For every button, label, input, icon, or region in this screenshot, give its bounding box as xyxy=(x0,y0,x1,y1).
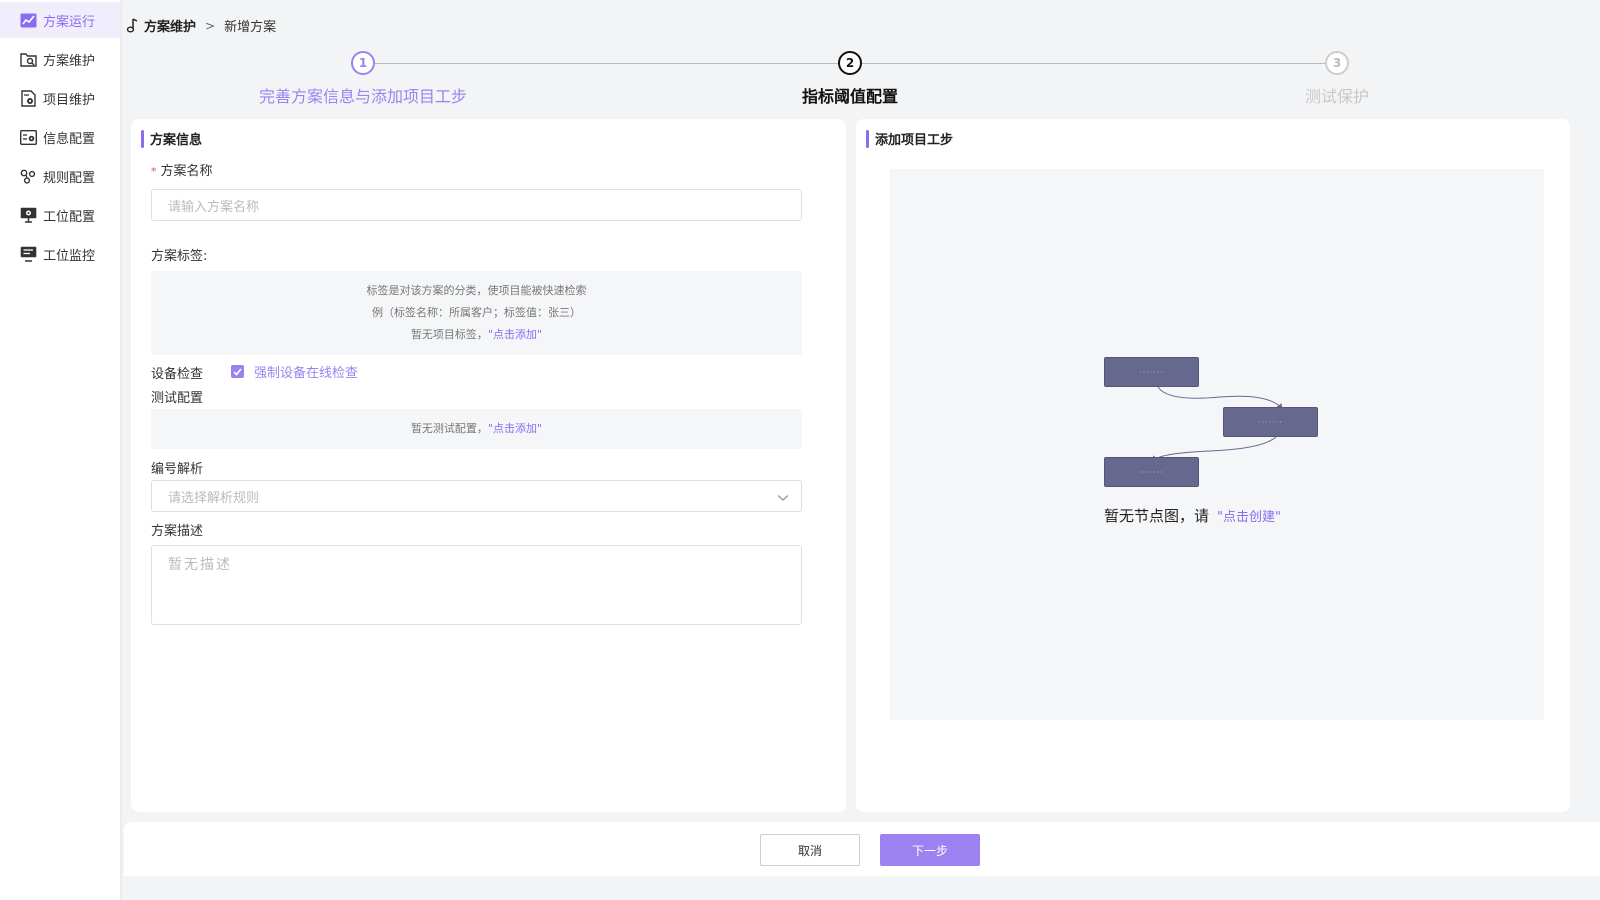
sidebar-item-label: 项目维护 xyxy=(43,92,96,108)
graph-node: ······· xyxy=(1104,457,1199,487)
sidebar-item-station-config[interactable]: 工位配置 xyxy=(0,197,120,233)
sidebar-item-label: 信息配置 xyxy=(43,131,96,147)
device-online-check[interactable]: 强制设备在线检查 xyxy=(231,362,358,381)
step-2-circle: 2 xyxy=(838,51,862,75)
chevron-down-icon xyxy=(777,491,789,506)
add-tag-link[interactable]: "点击添加" xyxy=(488,328,542,341)
tags-empty-text: 暂无项目标签， xyxy=(410,328,488,341)
breadcrumb-current: 新增方案 xyxy=(224,20,277,35)
test-config-box: 暂无测试配置，"点击添加" xyxy=(151,409,802,449)
scheme-desc-textarea[interactable]: 暂无描述 xyxy=(151,545,802,625)
empty-graph-text: 暂无节点图，请 xyxy=(1104,507,1210,525)
sidebar-item-rule-config[interactable]: 规则配置 xyxy=(0,158,120,194)
sidebar-item-scheme-maintain[interactable]: 方案维护 xyxy=(0,41,120,77)
sidebar-item-info-config[interactable]: 信息配置 xyxy=(0,119,120,155)
tags-hint: 标签是对该方案的分类，使项目能被快速检索 xyxy=(366,284,587,297)
id-card-gear-icon xyxy=(20,129,37,146)
breadcrumb-root[interactable]: 方案维护 xyxy=(144,16,196,35)
nodes-icon xyxy=(20,168,37,185)
sidebar-item-label: 工位配置 xyxy=(43,209,96,225)
document-gear-icon xyxy=(20,89,37,107)
footer-actions: 取消 下一步 xyxy=(124,822,1600,876)
tags-example: 例（标签名称：所属客户；标签值：张三） xyxy=(372,306,581,319)
sidebar-item-label: 方案维护 xyxy=(43,53,96,69)
scheme-info-panel: 方案信息 * 方案名称 请输入方案名称 方案标签: 标签是对该方案的分类，使项目能… xyxy=(131,119,846,812)
scheme-tags-label: 方案标签: xyxy=(151,249,208,264)
create-graph-link[interactable]: "点击创建" xyxy=(1217,506,1281,525)
step-connector xyxy=(862,63,1325,64)
next-step-button[interactable]: 下一步 xyxy=(880,834,980,866)
step-indicator: 1 完善方案信息与添加项目工步 2 指标阈值配置 3 测试保护 xyxy=(120,50,1600,110)
empty-graph-illustration xyxy=(1151,386,1283,462)
required-mark: * xyxy=(151,165,157,178)
add-step-panel: 添加项目工步 ······· ······· ······· 暂无节点图，请 "… xyxy=(856,119,1570,812)
step-2-label: 指标阈值配置 xyxy=(801,87,899,106)
checkbox-checked-icon[interactable] xyxy=(231,365,244,378)
device-check-option-label: 强制设备在线检查 xyxy=(254,366,359,381)
parse-rule-select[interactable]: 请选择解析规则 xyxy=(151,480,802,512)
step-3-circle: 3 xyxy=(1325,51,1349,75)
monitor-gear-icon xyxy=(20,207,37,224)
step-1-label: 完善方案信息与添加项目工步 xyxy=(258,87,468,106)
empty-graph-message: 暂无节点图，请 "点击创建" xyxy=(1104,505,1281,526)
parse-rule-placeholder: 请选择解析规则 xyxy=(168,490,260,506)
panel-title: 方案信息 xyxy=(141,129,202,148)
folder-search-icon xyxy=(20,51,37,68)
step-connector xyxy=(375,63,838,64)
music-note-icon xyxy=(126,18,140,33)
breadcrumb: 方案维护 > 新增方案 xyxy=(126,16,276,35)
test-config-empty-text: 暂无测试配置， xyxy=(410,422,488,435)
sidebar-item-label: 工位监控 xyxy=(43,248,96,264)
panel-title: 添加项目工步 xyxy=(866,129,953,148)
sidebar-item-label: 方案运行 xyxy=(43,14,96,30)
cancel-button[interactable]: 取消 xyxy=(760,834,860,866)
step-3-label: 测试保护 xyxy=(1304,87,1370,106)
sidebar-item-station-monitor[interactable]: 工位监控 xyxy=(0,236,120,272)
monitor-list-icon xyxy=(20,246,37,263)
step-1-circle: 1 xyxy=(351,51,375,75)
graph-node: ······· xyxy=(1223,407,1318,437)
chart-line-icon xyxy=(20,12,37,29)
parse-rule-label: 编号解析 xyxy=(151,462,204,477)
node-graph-canvas[interactable]: ······· ······· ······· 暂无节点图，请 "点击创建" xyxy=(890,169,1544,720)
scheme-tags-box: 标签是对该方案的分类，使项目能被快速检索 例（标签名称：所属客户；标签值：张三）… xyxy=(151,271,802,355)
scheme-desc-label: 方案描述 xyxy=(151,524,204,539)
scheme-name-label-text: 方案名称 xyxy=(160,164,213,179)
sidebar-item-scheme-run[interactable]: 方案运行 xyxy=(0,2,120,38)
scheme-name-input[interactable]: 请输入方案名称 xyxy=(151,189,802,221)
graph-node: ······· xyxy=(1104,357,1199,387)
add-test-config-link[interactable]: "点击添加" xyxy=(488,422,542,435)
sidebar-item-label: 规则配置 xyxy=(43,170,96,186)
device-check-label: 设备检查 xyxy=(151,367,204,382)
test-config-label: 测试配置 xyxy=(151,391,204,406)
breadcrumb-separator: > xyxy=(205,18,216,33)
sidebar: 方案运行 方案维护 项目维护 信息配置 规则配置 工位配置 工位监控 xyxy=(0,0,120,900)
scheme-name-label: * 方案名称 xyxy=(151,160,213,179)
sidebar-item-project-maintain[interactable]: 项目维护 xyxy=(0,80,120,116)
